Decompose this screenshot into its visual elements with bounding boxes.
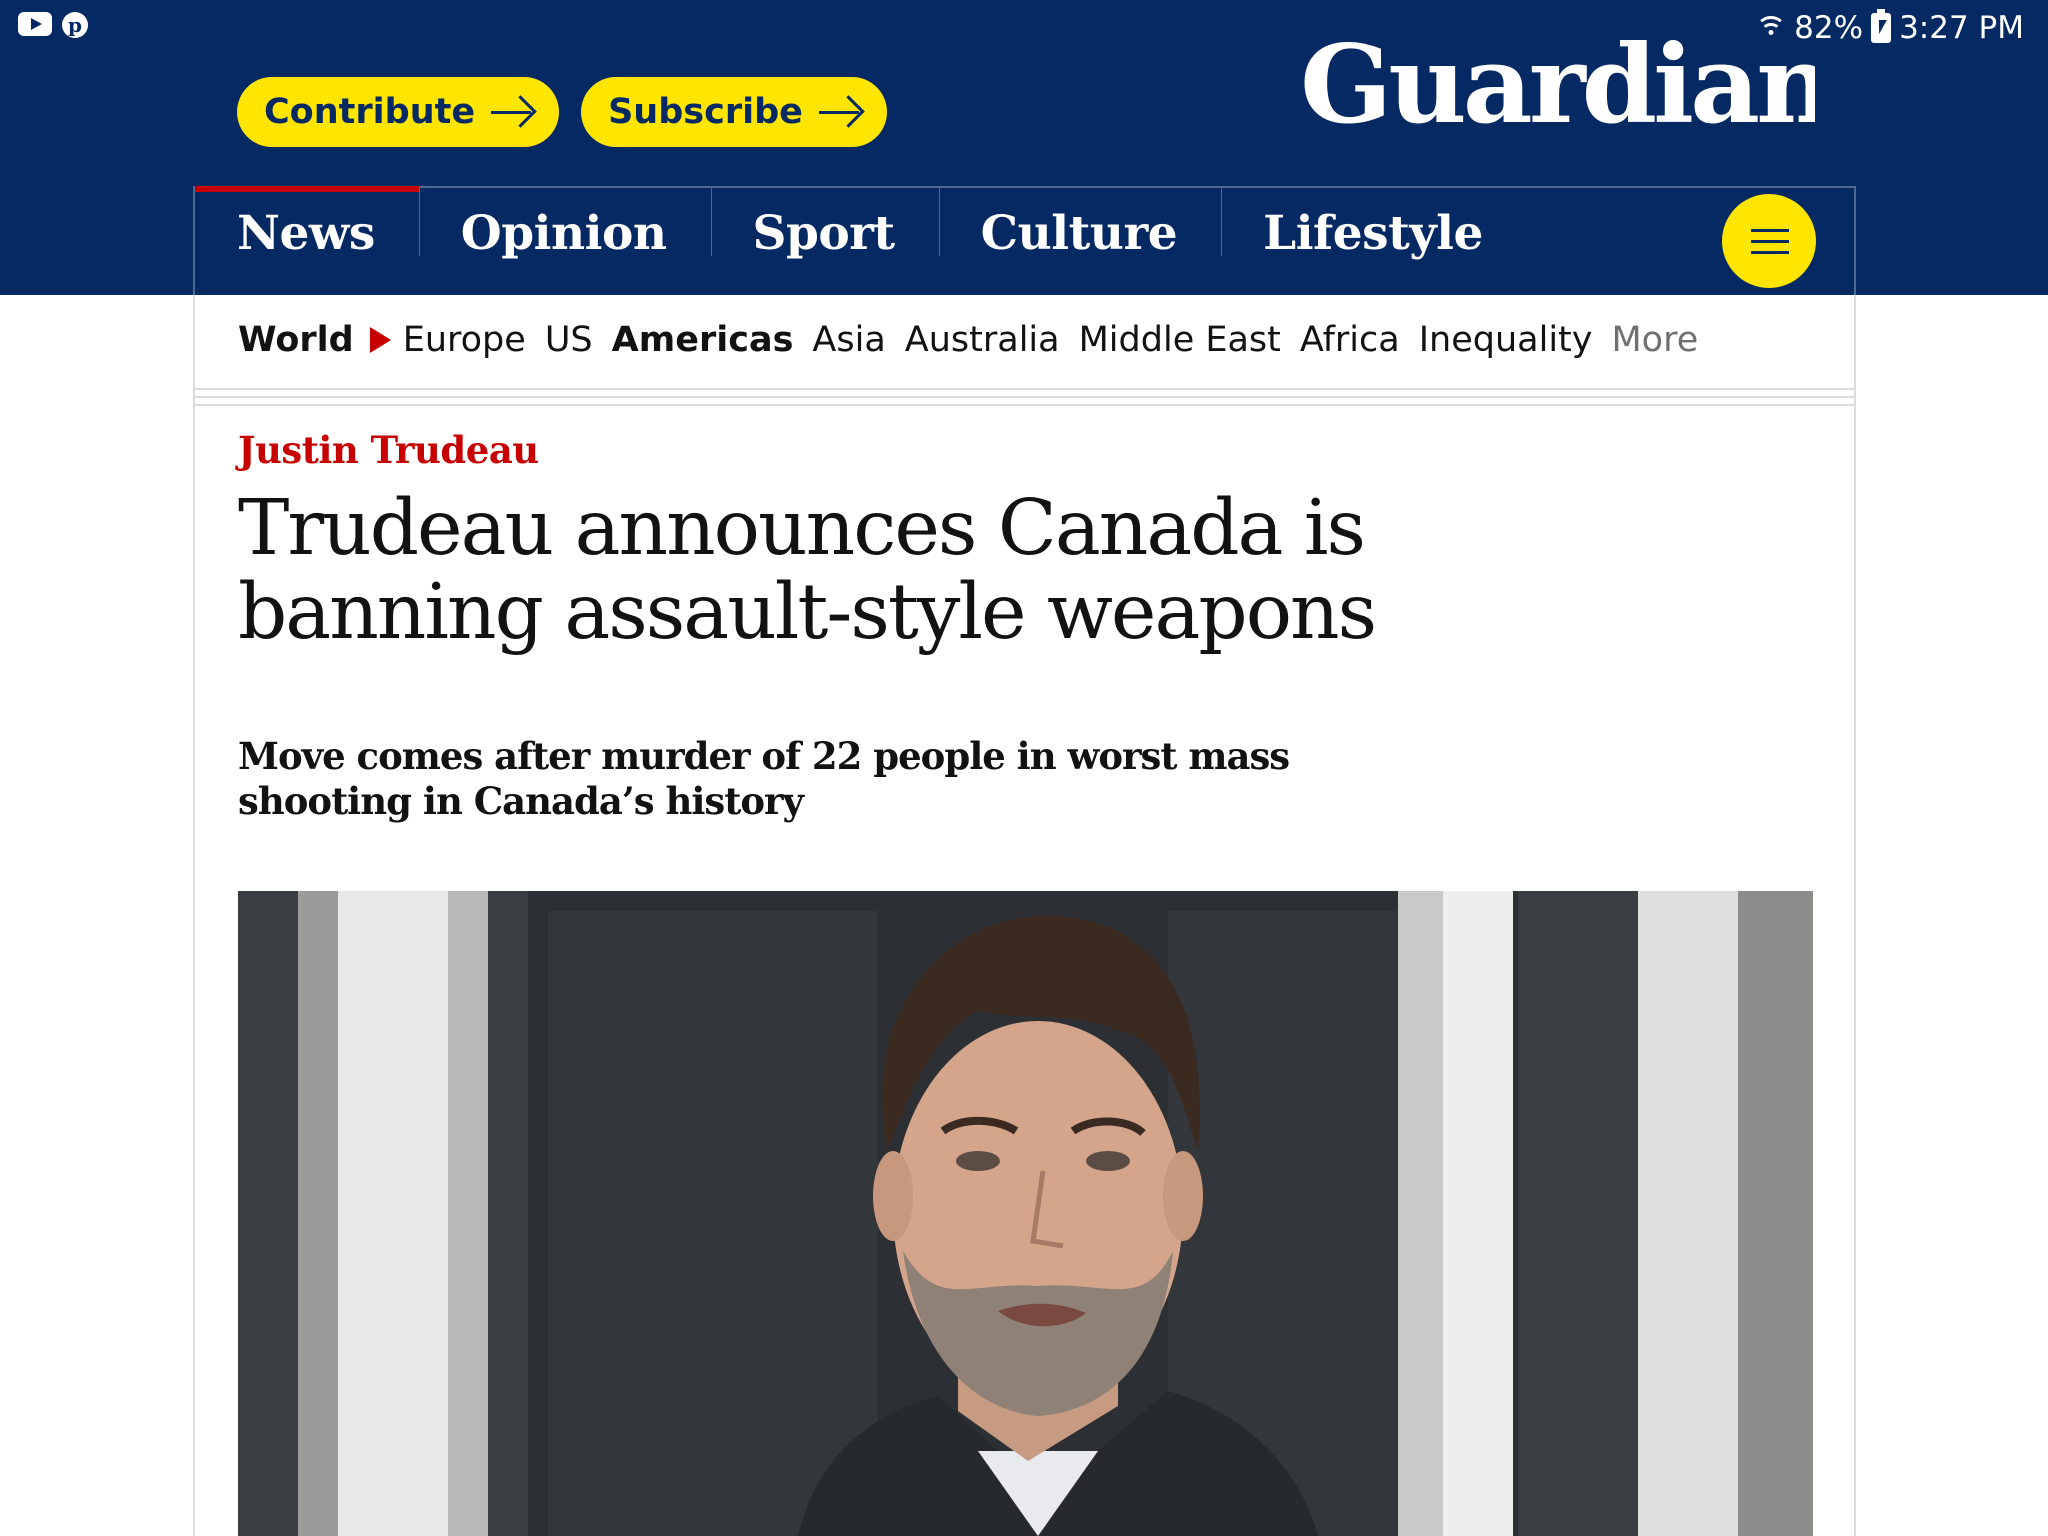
youtube-icon — [18, 12, 52, 36]
article-headline: Trudeau announces Canada is banning assa… — [238, 484, 1377, 657]
pillar-list: News Opinion Sport Culture Lifestyle — [195, 186, 1527, 295]
subnav-item-middle-east[interactable]: Middle East — [1079, 315, 1281, 365]
pinterest-icon: p — [62, 12, 88, 38]
hamburger-menu-icon — [1751, 229, 1789, 232]
subnav-item-inequality[interactable]: Inequality — [1419, 315, 1593, 365]
subnav-item-australia[interactable]: Australia — [905, 315, 1060, 365]
pillar-label: Sport — [752, 206, 896, 261]
subnav-parent-world[interactable]: World — [238, 315, 354, 365]
content-column: World Europe US Americas Asia Australia … — [193, 295, 1856, 1536]
pillar-label: Culture — [980, 206, 1178, 261]
masthead: p 82% 3:27 PM Contribute Subscribe Guard… — [0, 0, 2048, 295]
pillar-opinion[interactable]: Opinion — [418, 188, 711, 261]
pillar-label: Opinion — [460, 206, 667, 261]
pillar-label: News — [237, 206, 375, 261]
subscribe-label: Subscribe — [608, 92, 803, 132]
pillar-lifestyle[interactable]: Lifestyle — [1221, 188, 1527, 261]
subnav-item-asia[interactable]: Asia — [812, 315, 885, 365]
article-main-image — [238, 891, 1813, 1536]
article-standfirst: Move comes after murder of 22 people in … — [238, 734, 1290, 823]
subnav: World Europe US Americas Asia Australia … — [238, 315, 1717, 365]
section-divider — [195, 388, 1854, 412]
subscribe-button[interactable]: Subscribe — [581, 77, 887, 147]
pillar-news[interactable]: News — [195, 186, 419, 261]
hamburger-menu-icon — [1751, 240, 1789, 243]
menu-button[interactable] — [1722, 194, 1816, 288]
battery-charging-icon — [1871, 9, 1892, 43]
subnav-more[interactable]: More — [1611, 315, 1698, 365]
pillar-culture[interactable]: Culture — [938, 188, 1221, 261]
support-buttons: Contribute Subscribe — [237, 77, 887, 147]
contribute-button[interactable]: Contribute — [237, 77, 560, 147]
subnav-item-us[interactable]: US — [545, 315, 593, 365]
logo-text: Guardian — [1300, 36, 1815, 146]
clock: 3:27 PM — [1899, 10, 2024, 46]
guardian-logo[interactable]: Guardian — [1300, 36, 1815, 146]
subnav-item-europe[interactable]: Europe — [403, 315, 526, 365]
arrow-right-icon — [491, 97, 535, 127]
primary-nav: News Opinion Sport Culture Lifestyle — [193, 186, 1856, 295]
hamburger-menu-icon — [1751, 251, 1789, 254]
subnav-item-americas[interactable]: Americas — [612, 315, 794, 365]
triangle-right-icon — [369, 327, 391, 353]
series-kicker[interactable]: Justin Trudeau — [238, 427, 539, 473]
photo-illustration — [238, 891, 1813, 1536]
contribute-label: Contribute — [264, 92, 476, 132]
status-left-icons: p — [18, 12, 88, 38]
subnav-item-africa[interactable]: Africa — [1300, 315, 1400, 365]
pillar-label: Lifestyle — [1263, 206, 1483, 261]
pillar-sport[interactable]: Sport — [710, 188, 939, 261]
arrow-right-icon — [818, 97, 863, 127]
